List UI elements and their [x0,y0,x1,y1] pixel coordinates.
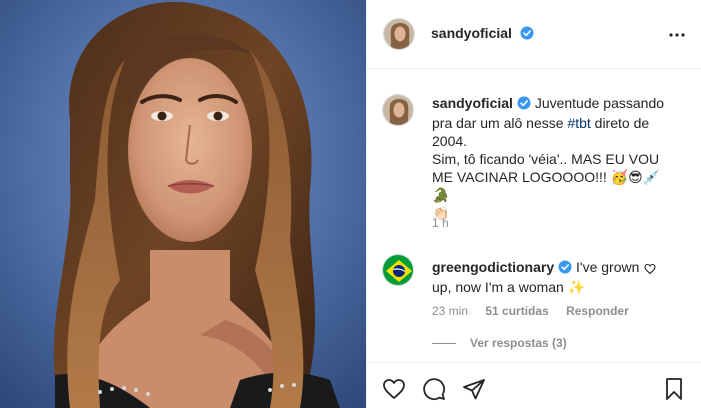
caption-line-5: ME VACINAR LOGOOOO!!! 🥳😎💉🐊 [432,169,661,203]
verified-badge-icon [520,26,534,45]
view-replies-button[interactable]: Ver respostas (3) [432,336,567,350]
reply-button[interactable]: Responder [566,304,629,318]
share-icon[interactable] [462,377,486,401]
view-replies-label: Ver respostas (3) [470,336,567,350]
more-options-icon[interactable] [668,26,686,44]
action-bar [366,362,701,408]
like-comment-icon[interactable] [644,262,656,280]
heart-icon[interactable] [382,377,406,401]
caption-text: sandyoficial Juventude passando pra dar … [432,94,668,222]
comment-timestamp[interactable]: 23 min [432,304,468,318]
caption-timestamp[interactable]: 1 h [432,216,449,230]
author-avatar[interactable] [383,18,415,50]
verified-badge-icon [517,96,531,114]
author-avatar-image [384,19,414,49]
comment: greengodictionary I've grown up, now I'm… [382,254,687,324]
post-photo[interactable] [0,0,366,408]
caption-line-4: Sim, tô ficando 'véia'.. MAS EU VOU [432,151,660,167]
commenter-avatar[interactable] [382,254,414,286]
portrait-image [0,0,366,408]
caption-line-2b: direto de [590,115,650,131]
verified-badge-icon [558,260,572,278]
hashtag-link[interactable]: #tbt [567,115,590,131]
comment-likes[interactable]: 51 curtidas [485,304,548,318]
comment-meta: 23 min 51 curtidas Responder [432,304,643,318]
commenter-username[interactable]: greengodictionary [432,259,554,275]
comment-line-2: up, now I'm a woman ✨ [432,279,586,295]
caption-line-2a: pra dar um alô nesse [432,115,568,131]
caption: sandyoficial Juventude passando pra dar … [382,86,687,236]
caption-line-1: Juventude passando [534,95,665,111]
post-header: sandyoficial [367,0,701,69]
replies-divider [432,343,456,345]
bookmark-icon[interactable] [662,377,686,401]
caption-line-3: 2004. [432,133,468,149]
caption-username[interactable]: sandyoficial [432,95,513,111]
author-username[interactable]: sandyoficial [431,25,512,41]
caption-avatar-image [383,95,413,125]
caption-avatar[interactable] [382,94,414,126]
comment-text: greengodictionary I've grown up, now I'm… [432,258,654,296]
comment-line-1: I've grown [576,259,640,275]
comment-icon[interactable] [422,377,446,401]
brazil-flag-avatar [383,255,413,285]
caption-line-6: 👏🏻 [432,205,450,221]
